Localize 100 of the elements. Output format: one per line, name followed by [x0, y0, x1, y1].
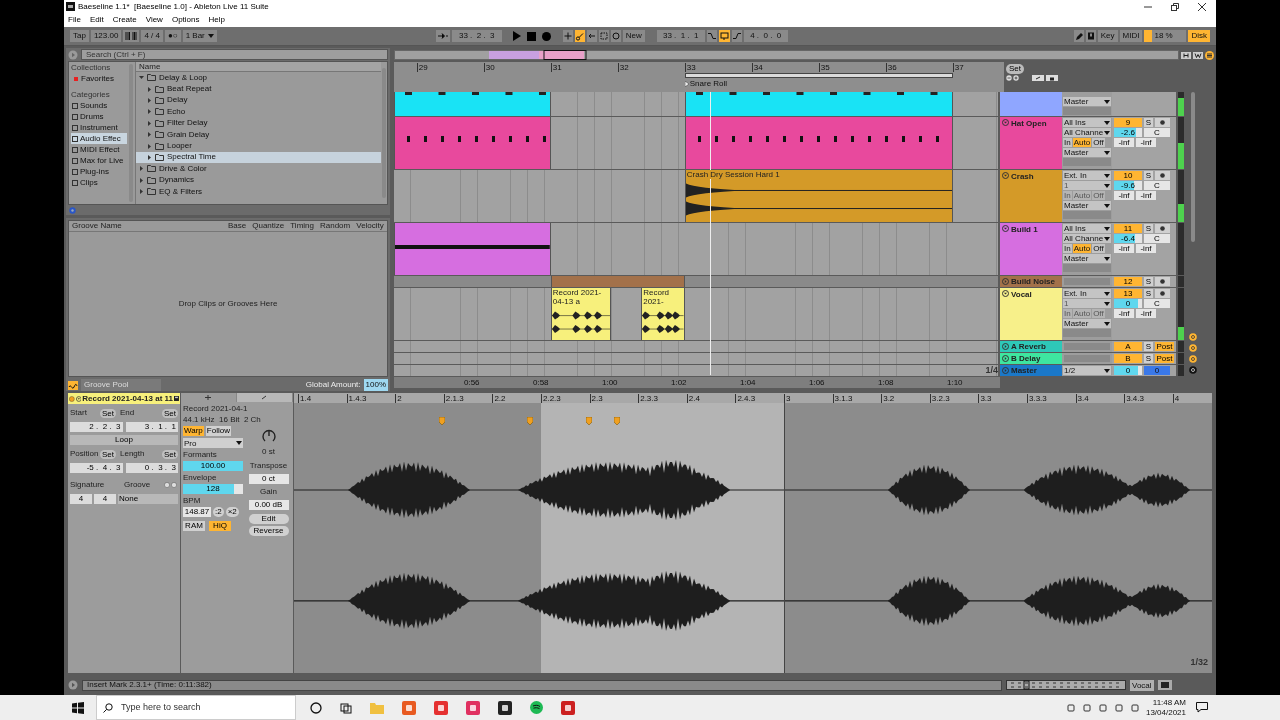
- fit-height-icon[interactable]: [1181, 51, 1191, 59]
- menu-item[interactable]: Create: [112, 14, 137, 26]
- metronome-button[interactable]: ●○: [164, 30, 181, 42]
- groove-buttons-icon[interactable]: [164, 482, 178, 488]
- category-item[interactable]: Drums: [71, 111, 127, 122]
- pencil-icon[interactable]: [1073, 30, 1084, 42]
- key-map-button[interactable]: Key: [1097, 30, 1118, 42]
- overview-strip[interactable]: [1006, 680, 1126, 690]
- fold-icon[interactable]: [1002, 119, 1009, 126]
- output-channel-field[interactable]: [1063, 211, 1111, 219]
- pan-field[interactable]: C: [1144, 234, 1170, 243]
- track-lane[interactable]: [394, 341, 998, 352]
- volume-slider[interactable]: -2.6: [1114, 128, 1142, 137]
- track-header[interactable]: Crash: [1000, 170, 1062, 222]
- slider-field[interactable]: 100.00: [183, 461, 243, 471]
- song-position-field[interactable]: 33 . 2 . 3: [451, 30, 502, 42]
- monitor-button[interactable]: In: [1063, 191, 1072, 200]
- circle-icon[interactable]: [310, 701, 322, 714]
- output-dropdown[interactable]: Master: [1063, 97, 1111, 106]
- input-type-dropdown[interactable]: Ext. In: [1063, 171, 1111, 180]
- clip[interactable]: [394, 223, 551, 275]
- sends-toggle-icon[interactable]: [1189, 344, 1197, 352]
- unfold-icon[interactable]: [1002, 355, 1009, 362]
- send-field[interactable]: -inf: [1114, 244, 1134, 253]
- punch-out-icon[interactable]: [731, 30, 742, 42]
- record-arm-icon[interactable]: [1155, 289, 1170, 298]
- tap-button[interactable]: Tap: [70, 30, 89, 42]
- new-button[interactable]: New: [622, 30, 645, 42]
- track-header[interactable]: Hat Open: [1000, 117, 1062, 169]
- solo-button[interactable]: S: [1144, 277, 1153, 286]
- solo-button[interactable]: S: [1144, 171, 1153, 180]
- input-type-dropdown[interactable]: All Ins: [1063, 224, 1111, 233]
- send-field[interactable]: -inf: [1114, 309, 1134, 318]
- browser-item[interactable]: Echo: [136, 106, 381, 118]
- scrollbar[interactable]: [1191, 92, 1195, 242]
- hiq-button[interactable]: HiQ: [209, 521, 231, 531]
- app-icon[interactable]: [498, 700, 512, 715]
- send-field[interactable]: -inf: [1136, 138, 1156, 147]
- play-icon[interactable]: [511, 31, 521, 41]
- tempo-field[interactable]: 123.00: [90, 30, 122, 42]
- menu-icon[interactable]: [1205, 50, 1214, 60]
- signature-field[interactable]: 4: [70, 494, 92, 504]
- output-channel-field[interactable]: [1063, 264, 1111, 272]
- restore-icon[interactable]: [1171, 2, 1179, 11]
- solo-button[interactable]: S: [1144, 289, 1153, 298]
- record-arm-icon[interactable]: [1155, 277, 1170, 286]
- menu-item[interactable]: File: [68, 14, 81, 26]
- loop-icon[interactable]: [718, 30, 730, 42]
- pan-field[interactable]: 0: [1144, 366, 1170, 375]
- fold-icon[interactable]: [1002, 172, 1009, 179]
- notification-icon[interactable]: [1196, 702, 1208, 713]
- browser-item[interactable]: Looper: [136, 140, 381, 152]
- menu-item[interactable]: View: [145, 14, 163, 26]
- track-lane[interactable]: [394, 276, 998, 287]
- track-activator-button[interactable]: 10: [1114, 171, 1142, 180]
- input-channel-dropdown[interactable]: All Channe: [1063, 128, 1111, 137]
- disk-overload-indicator[interactable]: Disk: [1188, 30, 1210, 42]
- track-header[interactable]: Master: [1000, 365, 1062, 376]
- time-signature-field[interactable]: 4 / 4: [141, 30, 163, 42]
- record-icon[interactable]: [541, 31, 551, 41]
- send-field[interactable]: -inf: [1136, 309, 1156, 318]
- set-button[interactable]: Set: [162, 449, 178, 459]
- computer-keyboard-icon[interactable]: [1085, 30, 1096, 42]
- fit-width-icon[interactable]: [1193, 51, 1203, 59]
- category-item[interactable]: Clips: [71, 177, 127, 188]
- browser-item[interactable]: Spectral Time: [136, 151, 381, 164]
- output-dropdown[interactable]: Master: [1063, 148, 1111, 157]
- groove-dropdown[interactable]: None: [118, 494, 178, 504]
- clock-date[interactable]: 13/04/2021: [1145, 707, 1186, 718]
- save-icon[interactable]: [174, 395, 179, 402]
- track-activator-button[interactable]: 9: [1114, 118, 1142, 127]
- warp-marker-icon[interactable]: [527, 417, 533, 425]
- pan-field[interactable]: C: [1144, 299, 1170, 308]
- capture-icon[interactable]: [598, 30, 609, 42]
- send-field[interactable]: -inf: [1136, 244, 1156, 253]
- loop-button[interactable]: Loop: [70, 435, 178, 445]
- double-button[interactable]: ×2: [225, 507, 239, 517]
- input-channel-dropdown[interactable]: 1: [1063, 181, 1111, 190]
- solo-button[interactable]: S: [1144, 118, 1153, 127]
- track-lane[interactable]: [394, 353, 998, 364]
- volume-slider[interactable]: 0: [1114, 366, 1142, 375]
- monitor-button[interactable]: Auto: [1072, 244, 1092, 253]
- play-icon[interactable]: [68, 680, 78, 690]
- pan-field[interactable]: C: [1144, 181, 1170, 190]
- follow-button[interactable]: Follow: [205, 426, 231, 436]
- set-button[interactable]: Set: [1006, 64, 1024, 74]
- set-button[interactable]: Set: [100, 449, 116, 459]
- app-icon[interactable]: [530, 701, 543, 714]
- category-item[interactable]: Plug-ins: [71, 166, 127, 177]
- category-item[interactable]: Max for Live: [71, 155, 127, 166]
- browser-item[interactable]: EQ & Filters: [136, 185, 381, 198]
- monitor-button[interactable]: Off: [1092, 191, 1105, 200]
- track-header[interactable]: A Reverb: [1000, 341, 1062, 352]
- category-item[interactable]: Instrument: [71, 122, 127, 133]
- input-field[interactable]: [1062, 353, 1112, 364]
- monitor-button[interactable]: Off: [1092, 244, 1105, 253]
- record-arm-icon[interactable]: [1155, 224, 1170, 233]
- browser-item[interactable]: Grain Delay: [136, 128, 381, 141]
- menu-item[interactable]: Help: [208, 14, 225, 26]
- track-lane[interactable]: Crash Dry Session Hard 1: [394, 170, 998, 222]
